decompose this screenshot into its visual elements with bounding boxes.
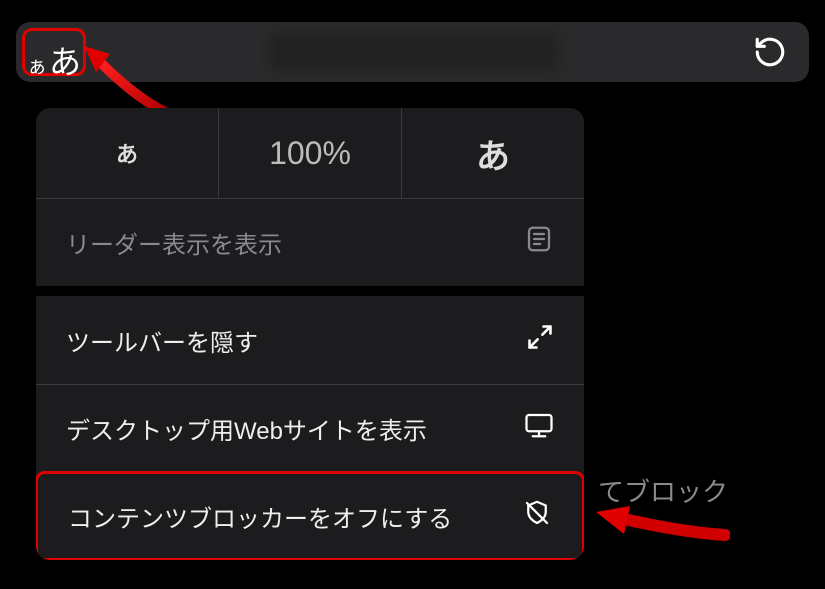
content-blocker-off-label: コンテンツブロッカーをオフにする [68, 499, 522, 534]
menu-item-hide-toolbar[interactable]: ツールバーを隠す [36, 296, 584, 384]
page-settings-menu: あ 100% あ リーダー表示を表示 ツールバーを隠す [36, 108, 584, 560]
zoom-out-button[interactable]: あ [36, 108, 219, 198]
url-bar: ぁ あ [16, 22, 809, 82]
menu-item-content-blocker-off[interactable]: コンテンツブロッカーをオフにする [36, 471, 584, 560]
reader-label: リーダー表示を表示 [66, 225, 524, 260]
zoom-in-label: あ [476, 129, 510, 178]
page-settings-button[interactable]: ぁ あ [22, 28, 86, 76]
zoom-percent-label: 100% [269, 135, 351, 172]
zoom-percent-button[interactable]: 100% [219, 108, 402, 198]
desktop-site-label: デスクトップ用Webサイトを表示 [66, 411, 524, 446]
expand-icon [526, 323, 554, 358]
hide-toolbar-label: ツールバーを隠す [66, 323, 526, 358]
zoom-row: あ 100% あ [36, 108, 584, 198]
reader-icon [524, 224, 554, 261]
background-block-text: てブロック [598, 472, 728, 509]
zoom-out-label: あ [116, 137, 138, 169]
aa-small-label: ぁ [27, 50, 47, 79]
aa-large-label: あ [49, 37, 81, 83]
desktop-icon [524, 410, 554, 447]
zoom-in-button[interactable]: あ [402, 108, 584, 198]
reload-icon [753, 35, 787, 69]
menu-item-reader[interactable]: リーダー表示を表示 [36, 198, 584, 286]
shield-off-icon [522, 498, 552, 535]
reload-button[interactable] [753, 35, 787, 69]
url-text-blurred [268, 33, 558, 71]
menu-item-desktop-site[interactable]: デスクトップ用Webサイトを表示 [36, 384, 584, 472]
